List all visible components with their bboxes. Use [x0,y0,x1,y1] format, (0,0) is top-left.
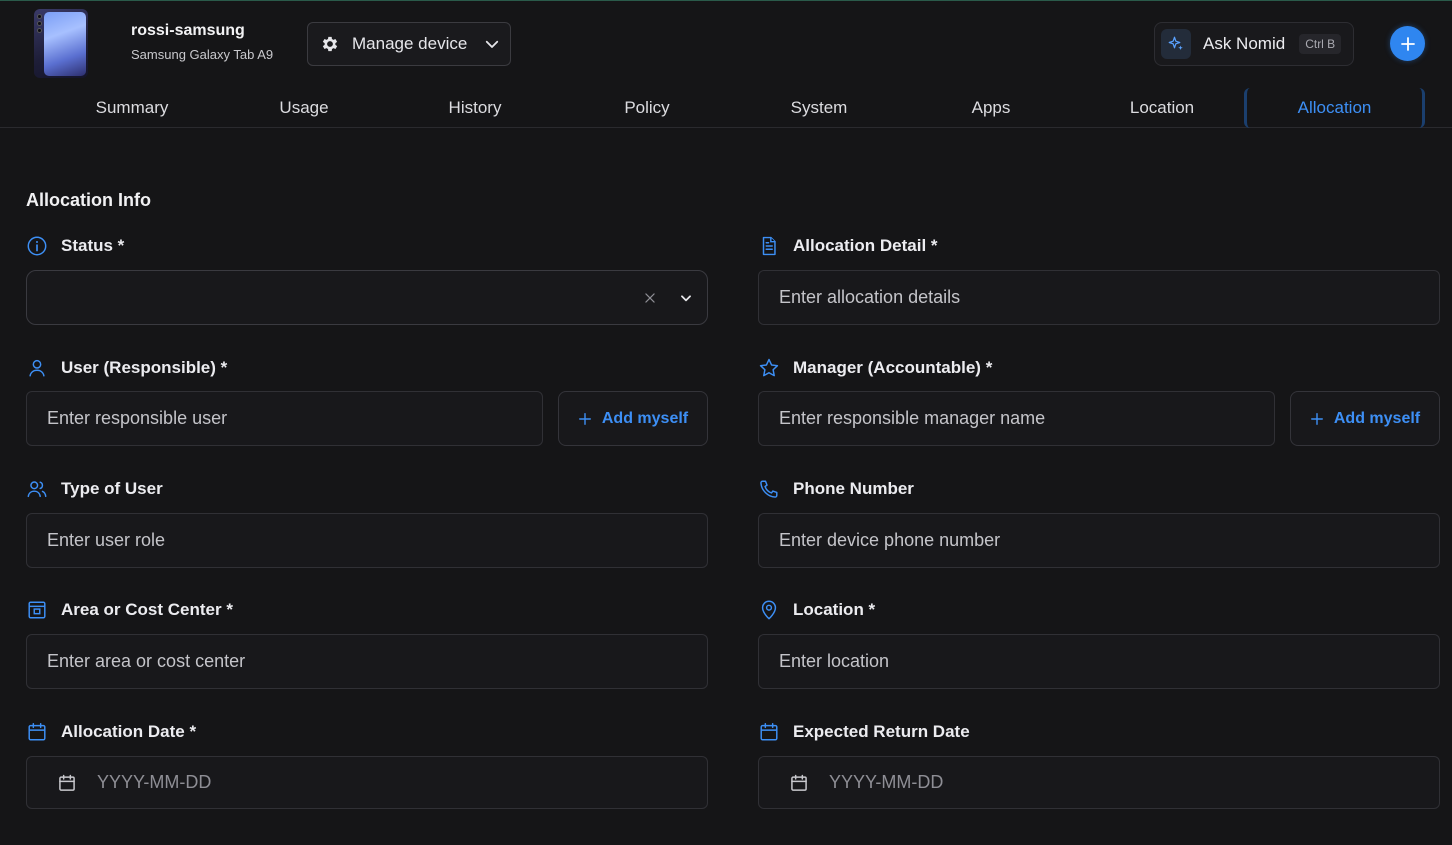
allocation-detail-input[interactable] [779,287,1439,308]
phone-label: Phone Number [758,477,914,501]
allocation-date-field[interactable] [26,756,708,809]
tab-location[interactable]: Location [1076,88,1248,128]
gear-icon [322,36,338,52]
info-icon [26,235,48,257]
manager-input[interactable] [779,408,1274,429]
user-type-input[interactable] [47,530,707,551]
tab-apps[interactable]: Apps [905,88,1077,128]
users-icon [26,478,48,500]
return-date-input[interactable] [829,772,1439,793]
tab-bar: Summary Usage History Policy System Apps… [0,88,1452,128]
calendar-icon [26,721,48,743]
status-select[interactable] [26,270,708,325]
manage-device-button[interactable]: Manage device [307,22,511,66]
user-field[interactable] [26,391,543,446]
sparkle-icon [1161,29,1191,59]
location-field[interactable] [758,634,1440,689]
cost-center-input[interactable] [47,651,707,672]
ask-nomid-button[interactable]: Ask Nomid Ctrl B [1154,22,1354,66]
calendar-icon [791,774,807,791]
star-icon [758,357,780,379]
tab-usage[interactable]: Usage [218,88,390,128]
user-type-label: Type of User [26,477,163,501]
allocation-date-label: Allocation Date * [26,720,196,744]
location-input[interactable] [779,651,1439,672]
add-myself-user-button[interactable]: Add myself [558,391,708,446]
keyboard-shortcut-badge: Ctrl B [1299,34,1342,54]
plus-icon [1310,412,1323,425]
document-icon [758,235,780,257]
tab-system[interactable]: System [733,88,905,128]
phone-icon [758,478,780,500]
chevron-down-icon[interactable] [679,291,693,305]
return-date-field[interactable] [758,756,1440,809]
ask-nomid-label: Ask Nomid [1203,34,1286,53]
user-type-field[interactable] [26,513,708,568]
cost-center-field[interactable] [26,634,708,689]
manage-device-label: Manage device [352,34,468,53]
user-label: User (Responsible) * [26,356,227,380]
archive-icon [26,599,48,621]
plus-icon [1400,36,1415,51]
manager-label: Manager (Accountable) * [758,356,992,380]
user-input[interactable] [47,408,542,429]
return-date-label: Expected Return Date [758,720,970,744]
plus-icon [578,412,591,425]
tab-policy[interactable]: Policy [561,88,733,128]
allocation-detail-label: Allocation Detail * [758,234,938,258]
top-accent-line [0,0,1452,1]
calendar-icon [59,774,75,791]
add-myself-manager-button[interactable]: Add myself [1290,391,1440,446]
allocation-detail-field[interactable] [758,270,1440,325]
tab-history[interactable]: History [389,88,561,128]
map-pin-icon [758,599,780,621]
tab-summary[interactable]: Summary [46,88,218,128]
device-image [34,9,88,78]
allocation-date-input[interactable] [97,772,707,793]
phone-field[interactable] [758,513,1440,568]
manager-field[interactable] [758,391,1275,446]
phone-input[interactable] [779,530,1439,551]
device-model: Samsung Galaxy Tab A9 [131,47,274,62]
user-icon [26,357,48,379]
cost-center-label: Area or Cost Center * [26,598,233,622]
section-title: Allocation Info [26,190,151,210]
clear-icon[interactable] [643,291,657,305]
add-button[interactable] [1390,26,1425,61]
tab-allocation[interactable]: Allocation [1244,88,1425,128]
device-name: rossi-samsung [131,22,245,39]
calendar-icon [758,721,780,743]
chevron-down-icon [486,40,499,48]
status-label: Status * [26,234,124,258]
location-label: Location * [758,598,875,622]
